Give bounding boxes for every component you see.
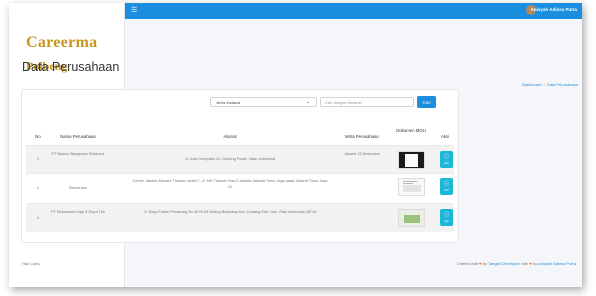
- header-nama-perusahaan: Nama Perusahaan: [60, 134, 96, 139]
- jenis-instansi-select[interactable]: Jenis Instansi ⌄: [210, 97, 317, 107]
- footer-credits: Crafted with ♥ by Tangkit Developer with…: [457, 261, 576, 266]
- info-button-label: Info: [443, 218, 449, 223]
- cell-nama: PT Baumu Bangunan Solutions: [51, 152, 105, 156]
- footer-text: with: [521, 261, 529, 266]
- cell-mitra: Jakarta 12 Desember: [343, 152, 381, 156]
- info-button[interactable]: ⓘ Info: [440, 209, 453, 226]
- cell-no: 1: [36, 157, 40, 161]
- cell-alamat: Jl. Kota Cempaka 12, Gedung Pusat, Jalan…: [184, 157, 276, 161]
- footer-text: Crafted with: [456, 261, 479, 266]
- cell-nama: Simba Ads: [68, 186, 88, 190]
- mou-document-thumbnail[interactable]: [398, 151, 425, 169]
- breadcrumb-dashboard[interactable]: Dashboard: [522, 82, 542, 87]
- heart-icon: ♥: [479, 261, 482, 266]
- table-row: [26, 204, 454, 232]
- header-aksi: Aksi: [440, 134, 450, 139]
- chevron-down-icon: ⌄: [305, 99, 310, 105]
- app-window: Careerma Polbeng MAIN MENU Dashboard Dat…: [9, 3, 582, 287]
- row-divider: [26, 173, 454, 174]
- cell-no: 3: [36, 216, 40, 220]
- breadcrumb-separator: ›: [543, 82, 545, 87]
- header-dokumen-mou: Dokumen MOU: [396, 128, 426, 133]
- info-icon: ⓘ: [443, 180, 449, 187]
- info-button[interactable]: ⓘ Info: [440, 151, 453, 168]
- mou-document-thumbnail[interactable]: [398, 178, 425, 196]
- cell-alamat: Centre Jakarta Menara Thamrin lantai 7, …: [132, 179, 328, 189]
- info-button-label: Info: [443, 160, 449, 165]
- select-value: Jenis Instansi: [216, 100, 241, 105]
- footer-copyright: Hak Cipta: [22, 261, 40, 266]
- cell-nama: PT Rekanmud Kaja & Rupa Tbk: [51, 210, 105, 214]
- footer-link-author[interactable]: Anisyah Adinsa Putra: [538, 261, 576, 266]
- cell-no: 2: [36, 186, 40, 190]
- breadcrumb-current: Data Perusahaan: [546, 82, 578, 87]
- top-navbar: ☰ Anisyah Adinsa Putra: [125, 3, 582, 19]
- search-input[interactable]: Cari dengan instansi: [320, 97, 414, 107]
- data-card: Jenis Instansi ⌄ Cari dengan instansi Ca…: [21, 89, 459, 243]
- header-alamat: Alamat: [223, 134, 237, 139]
- cell-alamat: Jl. Raya Fraser Penarang No.46 Rt.04 Nir…: [143, 210, 317, 214]
- info-button[interactable]: ⓘ Info: [440, 178, 453, 195]
- info-icon: ⓘ: [443, 211, 449, 218]
- page-title: Data Perusahaan: [22, 60, 120, 74]
- header-mitra: Mitra Perusahaan: [345, 134, 379, 139]
- mou-document-thumbnail[interactable]: [398, 209, 425, 227]
- footer-text: by: [482, 261, 487, 266]
- header-no: No: [35, 134, 41, 139]
- heart-icon: ♥: [529, 261, 532, 266]
- user-name[interactable]: Anisyah Adinsa Putra: [531, 7, 577, 12]
- breadcrumb: Dashboard › Data Perusahaan: [522, 82, 578, 87]
- brand-logo-text: Careerma: [26, 34, 98, 51]
- footer-link-developer[interactable]: Tangkit Developer: [488, 261, 520, 266]
- info-icon: ⓘ: [443, 153, 449, 160]
- info-button-label: Info: [443, 187, 449, 192]
- hamburger-menu-icon[interactable]: ☰: [131, 7, 137, 14]
- search-button[interactable]: Cari: [417, 96, 436, 108]
- footer-text: by: [532, 261, 538, 266]
